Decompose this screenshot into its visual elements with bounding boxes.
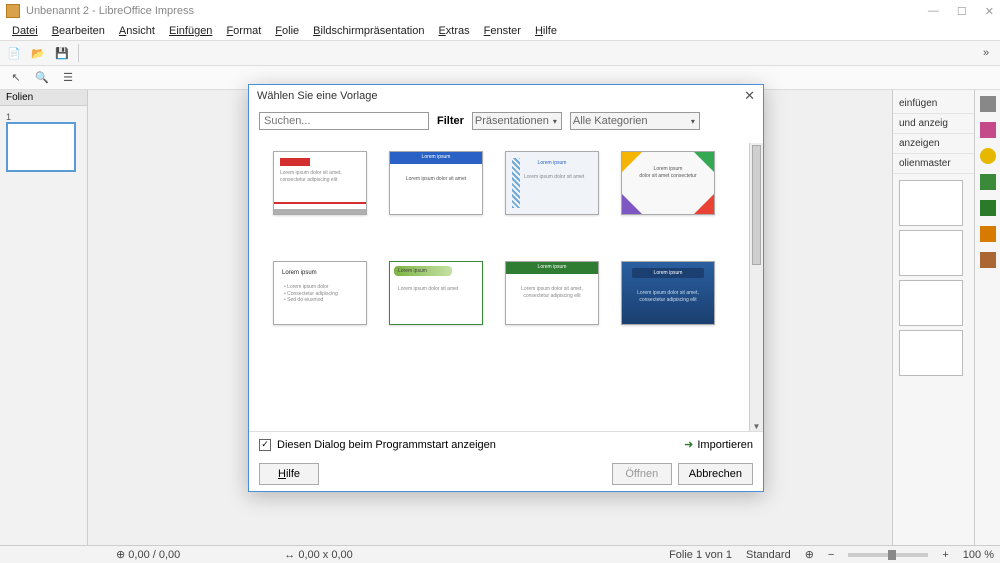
layout-option[interactable] — [899, 180, 963, 226]
menu-bildschirm[interactable]: Bildschirmpräsentation — [307, 24, 430, 38]
chevron-down-icon: ▾ — [689, 117, 697, 126]
template-thumbnail[interactable]: Lorem ipsum Lorem ipsum dolor sit amet, … — [621, 261, 715, 325]
dialog-close-icon[interactable]: ✕ — [744, 88, 755, 104]
filter-dropdown[interactable]: Präsentationen▾ — [472, 112, 562, 130]
main-toolbar: 📄 📂 💾 » — [0, 40, 1000, 66]
template-thumbnail[interactable]: Lorem ipsum Lorem ipsum dolor sit amet — [389, 151, 483, 215]
menu-einfuegen[interactable]: Einfügen — [163, 24, 218, 38]
status-standard: Standard — [746, 549, 791, 561]
template-thumbnail[interactable]: Lorem ipsum Lorem ipsum dolor sit amet — [389, 261, 483, 325]
close-button[interactable]: ✕ — [985, 5, 994, 18]
slide-number: 1 — [6, 112, 81, 122]
layout-option[interactable] — [899, 280, 963, 326]
toolbar-separator — [78, 44, 79, 62]
dialog-titlebar: Wählen Sie eine Vorlage ✕ — [249, 85, 763, 107]
sidebar — [974, 90, 1000, 545]
slide-preview — [6, 122, 76, 172]
category-value: Alle Kategorien — [573, 115, 648, 127]
menu-bearbeiten[interactable]: Bearbeiten — [46, 24, 111, 38]
menu-datei[interactable]: Datei — [6, 24, 44, 38]
status-position: ⊕ 0,00 / 0,00 — [116, 548, 180, 561]
dialog-title: Wählen Sie eine Vorlage — [257, 90, 377, 102]
layout-thumbnails — [893, 174, 974, 382]
zoom-in-icon[interactable]: + — [942, 549, 948, 561]
shapes-icon[interactable] — [980, 174, 996, 190]
template-grid: Lorem ipsum dolor sit amet, consectetur … — [249, 135, 763, 431]
show-on-start-checkbox[interactable]: ✓ — [259, 439, 271, 451]
import-icon: ➜ — [684, 438, 693, 451]
filter-value: Präsentationen — [475, 115, 549, 127]
dialog-scrollbar[interactable]: ▲ ▼ — [749, 143, 763, 431]
slide-thumbnail[interactable]: 1 — [6, 112, 81, 172]
import-link[interactable]: ➜ Importieren — [684, 438, 753, 451]
task-item[interactable]: einfügen — [893, 94, 974, 114]
template-thumbnail[interactable]: Lorem ipsum Lorem ipsum dolor sit amet — [505, 151, 599, 215]
maximize-button[interactable]: ☐ — [957, 5, 967, 18]
menu-extras[interactable]: Extras — [432, 24, 475, 38]
window-title: Unbenannt 2 - LibreOffice Impress — [26, 5, 194, 17]
template-thumbnail[interactable]: Lorem ipsum • Lorem ipsum dolor• Consect… — [273, 261, 367, 325]
text-icon[interactable] — [980, 200, 996, 216]
gallery-icon[interactable] — [980, 122, 996, 138]
slides-panel: Folien 1 — [0, 90, 88, 545]
template-thumbnail[interactable]: Lorem ipsum dolor sit amet, consectetur … — [273, 151, 367, 215]
status-slide: Folie 1 von 1 — [669, 549, 732, 561]
menu-folie[interactable]: Folie — [269, 24, 305, 38]
task-item[interactable]: und anzeig — [893, 114, 974, 134]
template-dialog: Wählen Sie eine Vorlage ✕ Filter Präsent… — [248, 84, 764, 492]
menu-fenster[interactable]: Fenster — [478, 24, 527, 38]
menu-bar: Datei Bearbeiten Ansicht Einfügen Format… — [0, 22, 1000, 40]
import-label: Importieren — [697, 439, 753, 451]
show-on-start-label: Diesen Dialog beim Programmstart anzeige… — [277, 439, 496, 451]
dialog-options-row: ✓ Diesen Dialog beim Programmstart anzei… — [249, 431, 763, 457]
scroll-down-icon[interactable]: ▼ — [750, 422, 763, 431]
task-pane: einfügen und anzeig anzeigen olienmaster — [892, 90, 974, 545]
animation-icon[interactable] — [980, 226, 996, 242]
toolbar-overflow-icon[interactable]: » — [976, 43, 996, 63]
open-button[interactable]: Öffnen — [612, 463, 672, 485]
template-thumbnail[interactable]: Lorem ipsum Lorem ipsum dolor sit amet, … — [505, 261, 599, 325]
menu-hilfe[interactable]: Hilfe — [529, 24, 563, 38]
app-icon — [6, 4, 20, 18]
status-size: ↔ 0,00 x 0,00 — [284, 549, 353, 561]
layout-option[interactable] — [899, 330, 963, 376]
menu-ansicht[interactable]: Ansicht — [113, 24, 161, 38]
menu-format[interactable]: Format — [220, 24, 267, 38]
dialog-button-row: Hilfe Öffnen Abbrechen — [249, 457, 763, 491]
task-item[interactable]: anzeigen — [893, 134, 974, 154]
dialog-filter-bar: Filter Präsentationen▾ Alle Kategorien▾ — [249, 107, 763, 135]
search-input[interactable] — [259, 112, 429, 130]
minimize-button[interactable]: — — [928, 5, 939, 18]
new-doc-icon[interactable]: 📄 — [4, 43, 24, 63]
pan-icon[interactable]: ☰ — [58, 68, 78, 88]
cancel-button[interactable]: Abbrechen — [678, 463, 753, 485]
properties-icon[interactable] — [980, 96, 996, 112]
task-item[interactable]: olienmaster — [893, 154, 974, 174]
title-bar: Unbenannt 2 - LibreOffice Impress — ☐ ✕ — [0, 0, 1000, 22]
zoom-icon[interactable]: 🔍 — [32, 68, 52, 88]
filter-label: Filter — [437, 115, 464, 127]
save-icon[interactable]: 💾 — [52, 43, 72, 63]
slides-panel-header: Folien — [0, 90, 87, 106]
layout-option[interactable] — [899, 230, 963, 276]
open-icon[interactable]: 📂 — [28, 43, 48, 63]
pointer-icon[interactable]: ↖ — [6, 68, 26, 88]
template-thumbnail[interactable]: Lorem ipsumdolor sit amet consectetur — [621, 151, 715, 215]
chevron-down-icon: ▾ — [551, 117, 559, 126]
zoom-out-icon[interactable]: − — [828, 549, 834, 561]
status-bar: ⊕ 0,00 / 0,00 ↔ 0,00 x 0,00 Folie 1 von … — [0, 545, 1000, 563]
navigator-icon[interactable] — [980, 148, 996, 164]
transition-icon[interactable] — [980, 252, 996, 268]
scroll-thumb[interactable] — [752, 145, 761, 265]
help-button[interactable]: Hilfe — [259, 463, 319, 485]
zoom-fit-icon[interactable]: ⊕ — [805, 548, 814, 561]
window-controls: — ☐ ✕ — [928, 5, 994, 18]
category-dropdown[interactable]: Alle Kategorien ▾ — [570, 112, 700, 130]
zoom-slider[interactable] — [848, 553, 928, 557]
zoom-value: 100 % — [963, 549, 994, 561]
